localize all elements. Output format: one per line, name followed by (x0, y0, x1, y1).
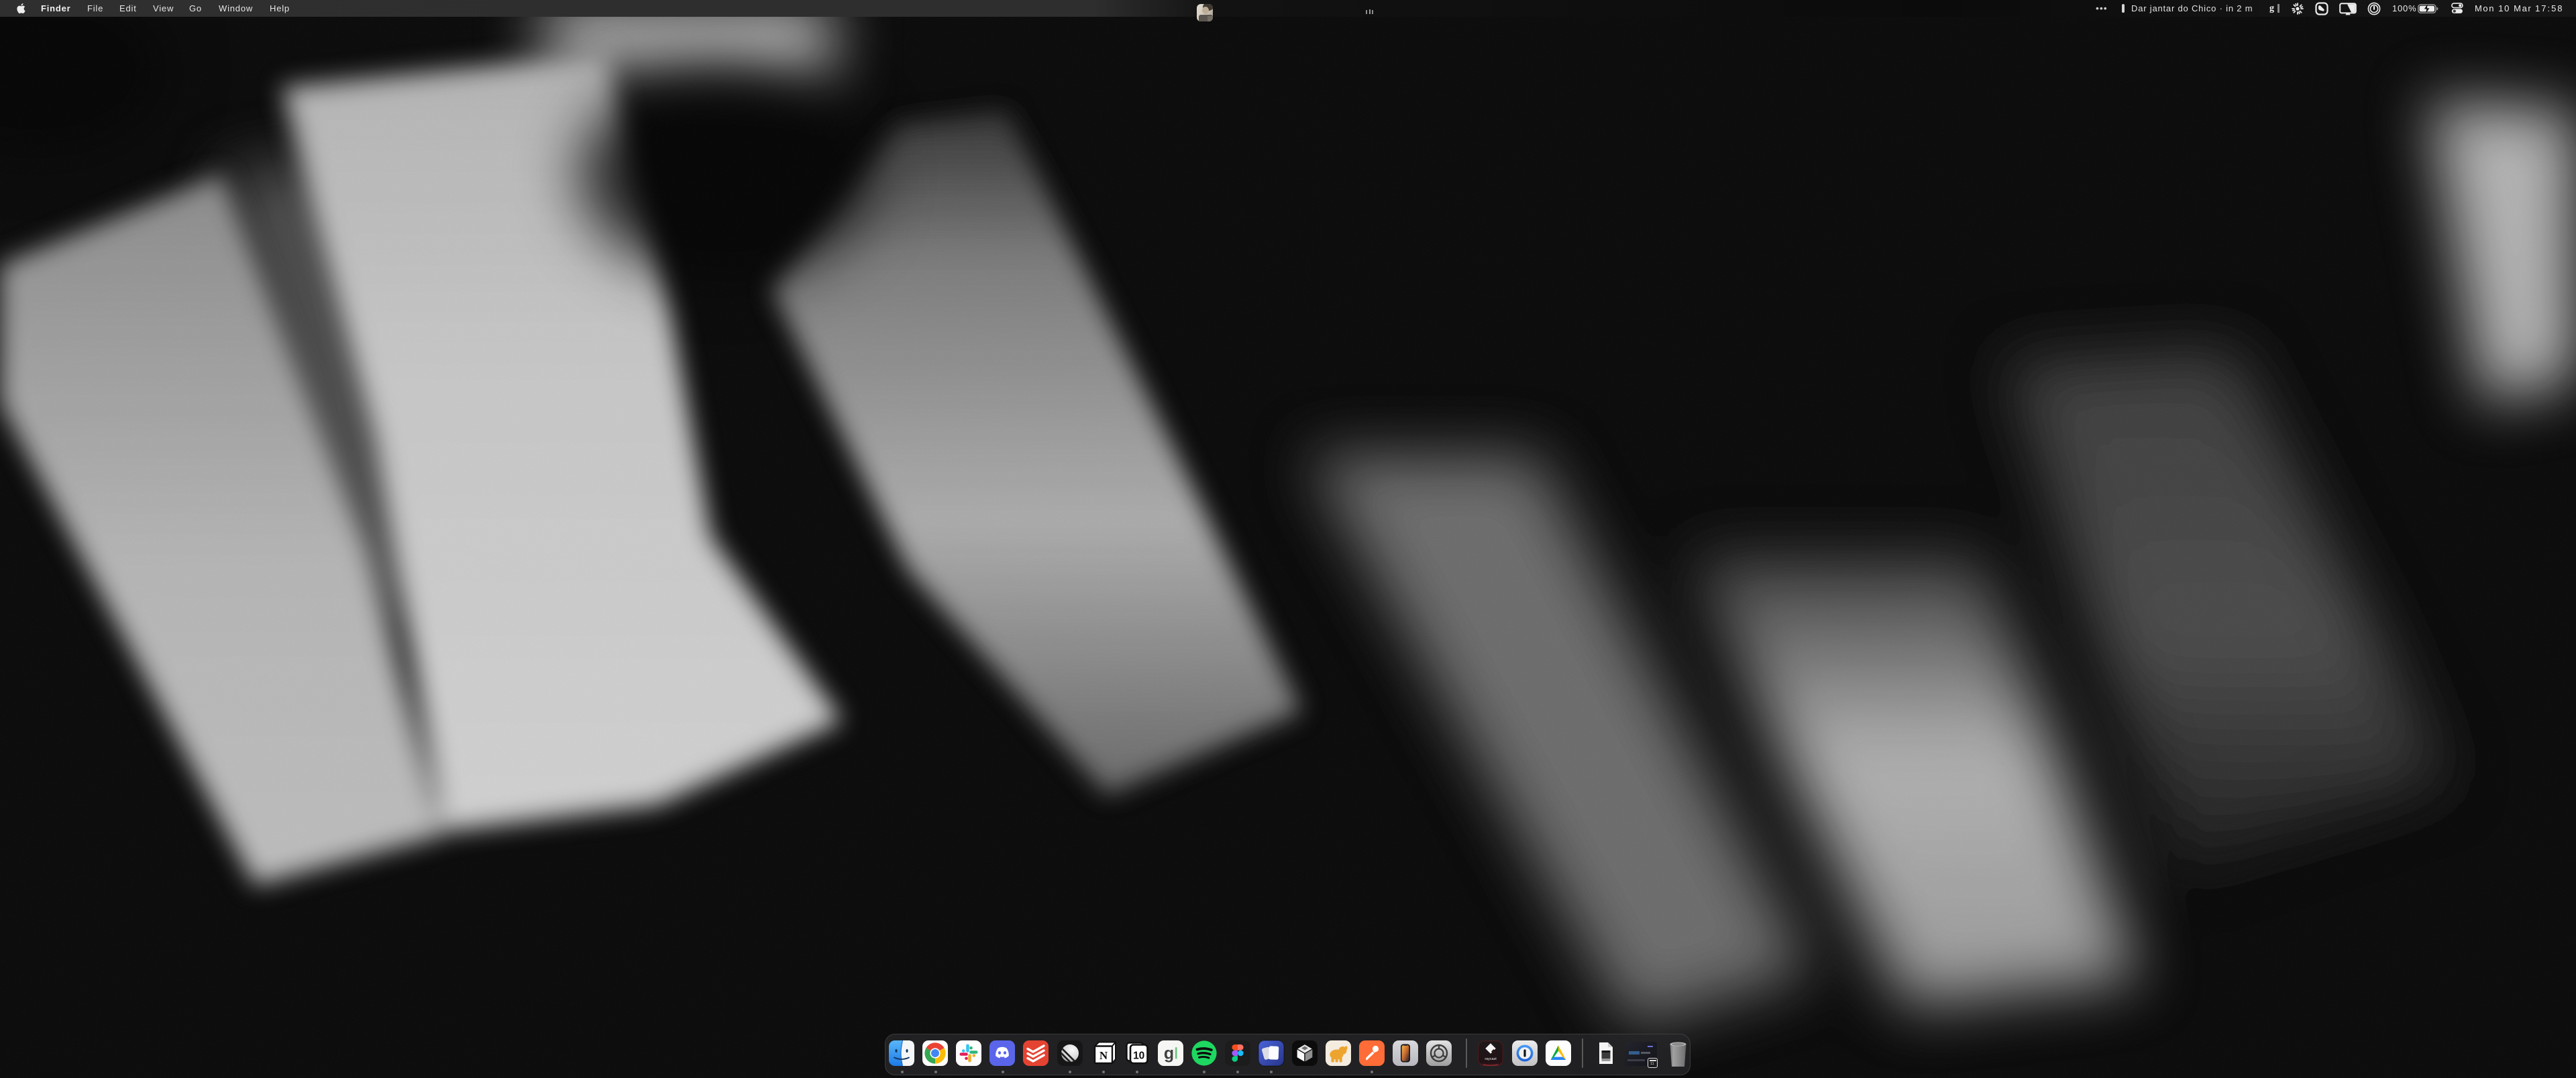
svg-text:g: g (1164, 1044, 1174, 1063)
svg-text:10: 10 (1133, 1050, 1144, 1062)
svg-text:raycast: raycast (1485, 1057, 1497, 1061)
svg-text:N: N (1099, 1049, 1108, 1062)
